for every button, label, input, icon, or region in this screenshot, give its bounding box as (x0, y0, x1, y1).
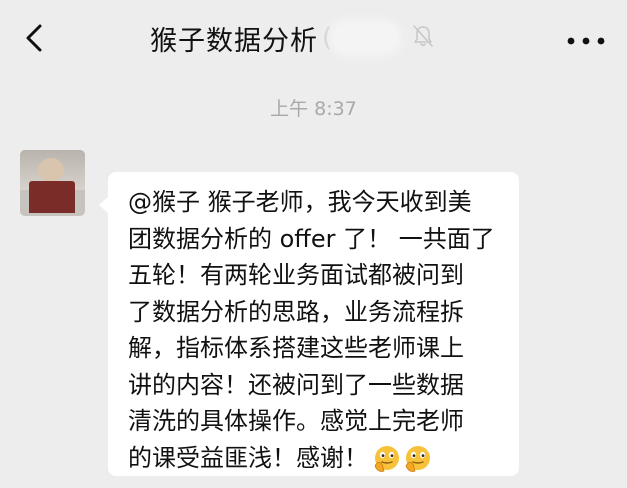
message-bubble[interactable]: @猴子 猴子老师，我今天收到美 团数据分析的 offer 了！ 一共面了 五轮！… (99, 172, 519, 476)
message-line: 清洗的具体操作。感觉上完老师 (128, 407, 464, 435)
avatar-face (38, 158, 64, 182)
sender-avatar[interactable] (20, 150, 85, 216)
mute-bell-icon (412, 24, 434, 48)
member-count: ( (322, 23, 333, 53)
thumbs-up-emoji-icon (403, 444, 433, 474)
back-arrow-icon[interactable] (22, 22, 48, 54)
avatar-clothing (29, 181, 75, 213)
message-line: @猴子 猴子老师，我今天收到美 (128, 188, 472, 216)
emoji-row (372, 444, 434, 474)
message-line: 了数据分析的思路，业务流程拆 (128, 297, 464, 326)
chat-title-group: 猴子数据分析 ( (150, 16, 397, 60)
message-line: 团数据分析的 offer 了！ 一共面了 (128, 224, 495, 253)
redacted-region (334, 25, 397, 51)
chat-header: 猴子数据分析 ( (0, 0, 627, 80)
message-line: 的课受益匪浅！感谢！ (128, 443, 368, 472)
message-line: 解，指标体系搭建这些老师课上 (128, 334, 464, 362)
message-text: @猴子 猴子老师，我今天收到美 团数据分析的 offer 了！ 一共面了 五轮！… (128, 184, 513, 476)
more-options-icon[interactable] (566, 31, 606, 45)
bubble-tail (99, 196, 109, 214)
message-last-line: 的课受益匪浅！感谢！ (128, 440, 513, 477)
chat-title: 猴子数据分析 (150, 25, 318, 57)
message-line: 讲的内容！还被问到了一些数据 (128, 370, 464, 399)
thumbs-up-emoji-icon (372, 444, 402, 474)
message-line: 五轮！有两轮业务面试都被问到 (128, 261, 464, 289)
message-timestamp: 上午 8:37 (270, 98, 357, 120)
